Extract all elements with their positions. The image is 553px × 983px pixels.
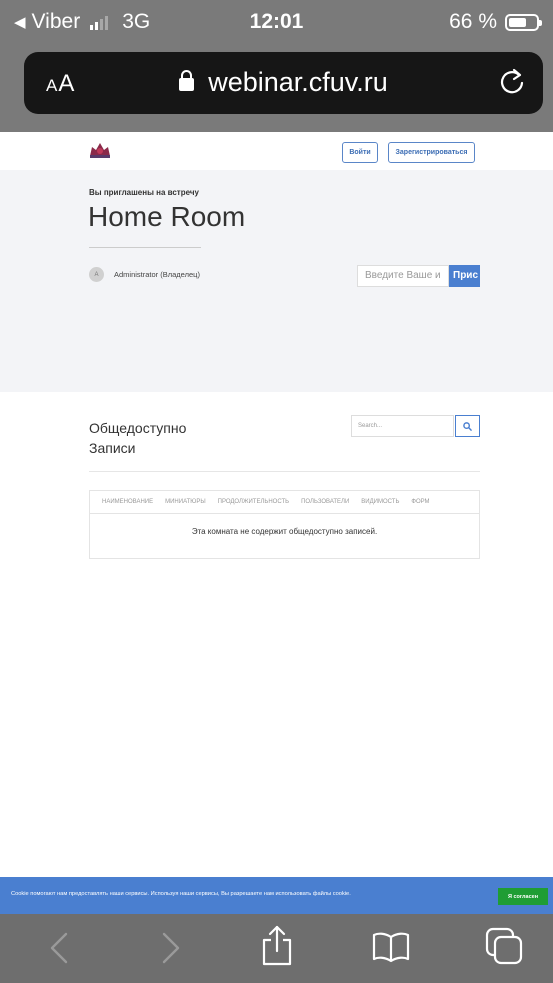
bookmarks-icon[interactable]: [371, 930, 411, 964]
browser-toolbar: [0, 914, 553, 983]
search-button[interactable]: [455, 415, 480, 437]
column-header[interactable]: ФОРМ: [411, 499, 429, 505]
register-button[interactable]: Зарегистрироваться: [388, 142, 475, 163]
browser-address-region: AA webinar.cfuv.ru: [0, 46, 553, 132]
name-input[interactable]: Введите Ваше и: [357, 265, 449, 287]
tabs-icon[interactable]: [484, 926, 524, 966]
search-icon: [463, 421, 472, 431]
site-logo-icon[interactable]: [88, 140, 112, 158]
status-bar: ◀ Viber 3G 12:01 66 %: [0, 0, 553, 46]
cookie-banner: Cookie помогают нам предоставлять наши с…: [0, 877, 553, 914]
cookie-accept-button[interactable]: Я согласен: [498, 888, 548, 905]
battery-icon: [505, 13, 542, 31]
section-divider: [89, 471, 480, 472]
title-divider: [89, 247, 201, 248]
column-header[interactable]: ПРОДОЛЖИТЕЛЬНОСТЬ: [218, 499, 289, 505]
login-button[interactable]: Войти: [342, 142, 378, 163]
cookie-text: Cookie помогают нам предоставлять наши с…: [11, 891, 351, 897]
reload-icon[interactable]: [499, 66, 525, 103]
empty-message: Эта комната не содержит общедоступно зап…: [191, 527, 378, 536]
avatar: A: [89, 267, 104, 282]
join-button[interactable]: Прис: [449, 265, 480, 287]
back-icon[interactable]: [44, 928, 74, 968]
lock-icon: [179, 70, 195, 91]
url-text: webinar.cfuv.ru: [208, 67, 388, 97]
battery-percent: 66 %: [449, 10, 497, 33]
header-divider: [90, 513, 479, 514]
status-right: 66 %: [449, 10, 542, 34]
column-header[interactable]: МИНИАТЮРЫ: [165, 499, 206, 505]
column-header[interactable]: НАИМЕНОВАНИЕ: [102, 499, 153, 505]
column-header[interactable]: ВИДИМОСТЬ: [361, 499, 399, 505]
recordings-title: Общедоступно Записи: [89, 420, 187, 456]
url-field[interactable]: webinar.cfuv.ru: [24, 67, 543, 98]
forward-icon[interactable]: [156, 928, 186, 968]
search-input[interactable]: Search...: [351, 415, 454, 437]
recordings-table: НАИМЕНОВАНИЕ МИНИАТЮРЫ ПРОДОЛЖИТЕЛЬНОСТЬ…: [89, 490, 480, 559]
web-page: Войти Зарегистрироваться Вы приглашены н…: [0, 132, 553, 877]
room-title: Home Room: [88, 201, 246, 232]
table-header: НАИМЕНОВАНИЕ МИНИАТЮРЫ ПРОДОЛЖИТЕЛЬНОСТЬ…: [90, 491, 430, 513]
invited-text: Вы приглашены на встречу: [89, 188, 199, 197]
share-icon[interactable]: [260, 924, 294, 968]
owner-name: Administrator (Владелец): [114, 270, 200, 279]
column-header[interactable]: ПОЛЬЗОВАТЕЛИ: [301, 499, 349, 505]
address-bar[interactable]: AA webinar.cfuv.ru: [24, 52, 543, 114]
